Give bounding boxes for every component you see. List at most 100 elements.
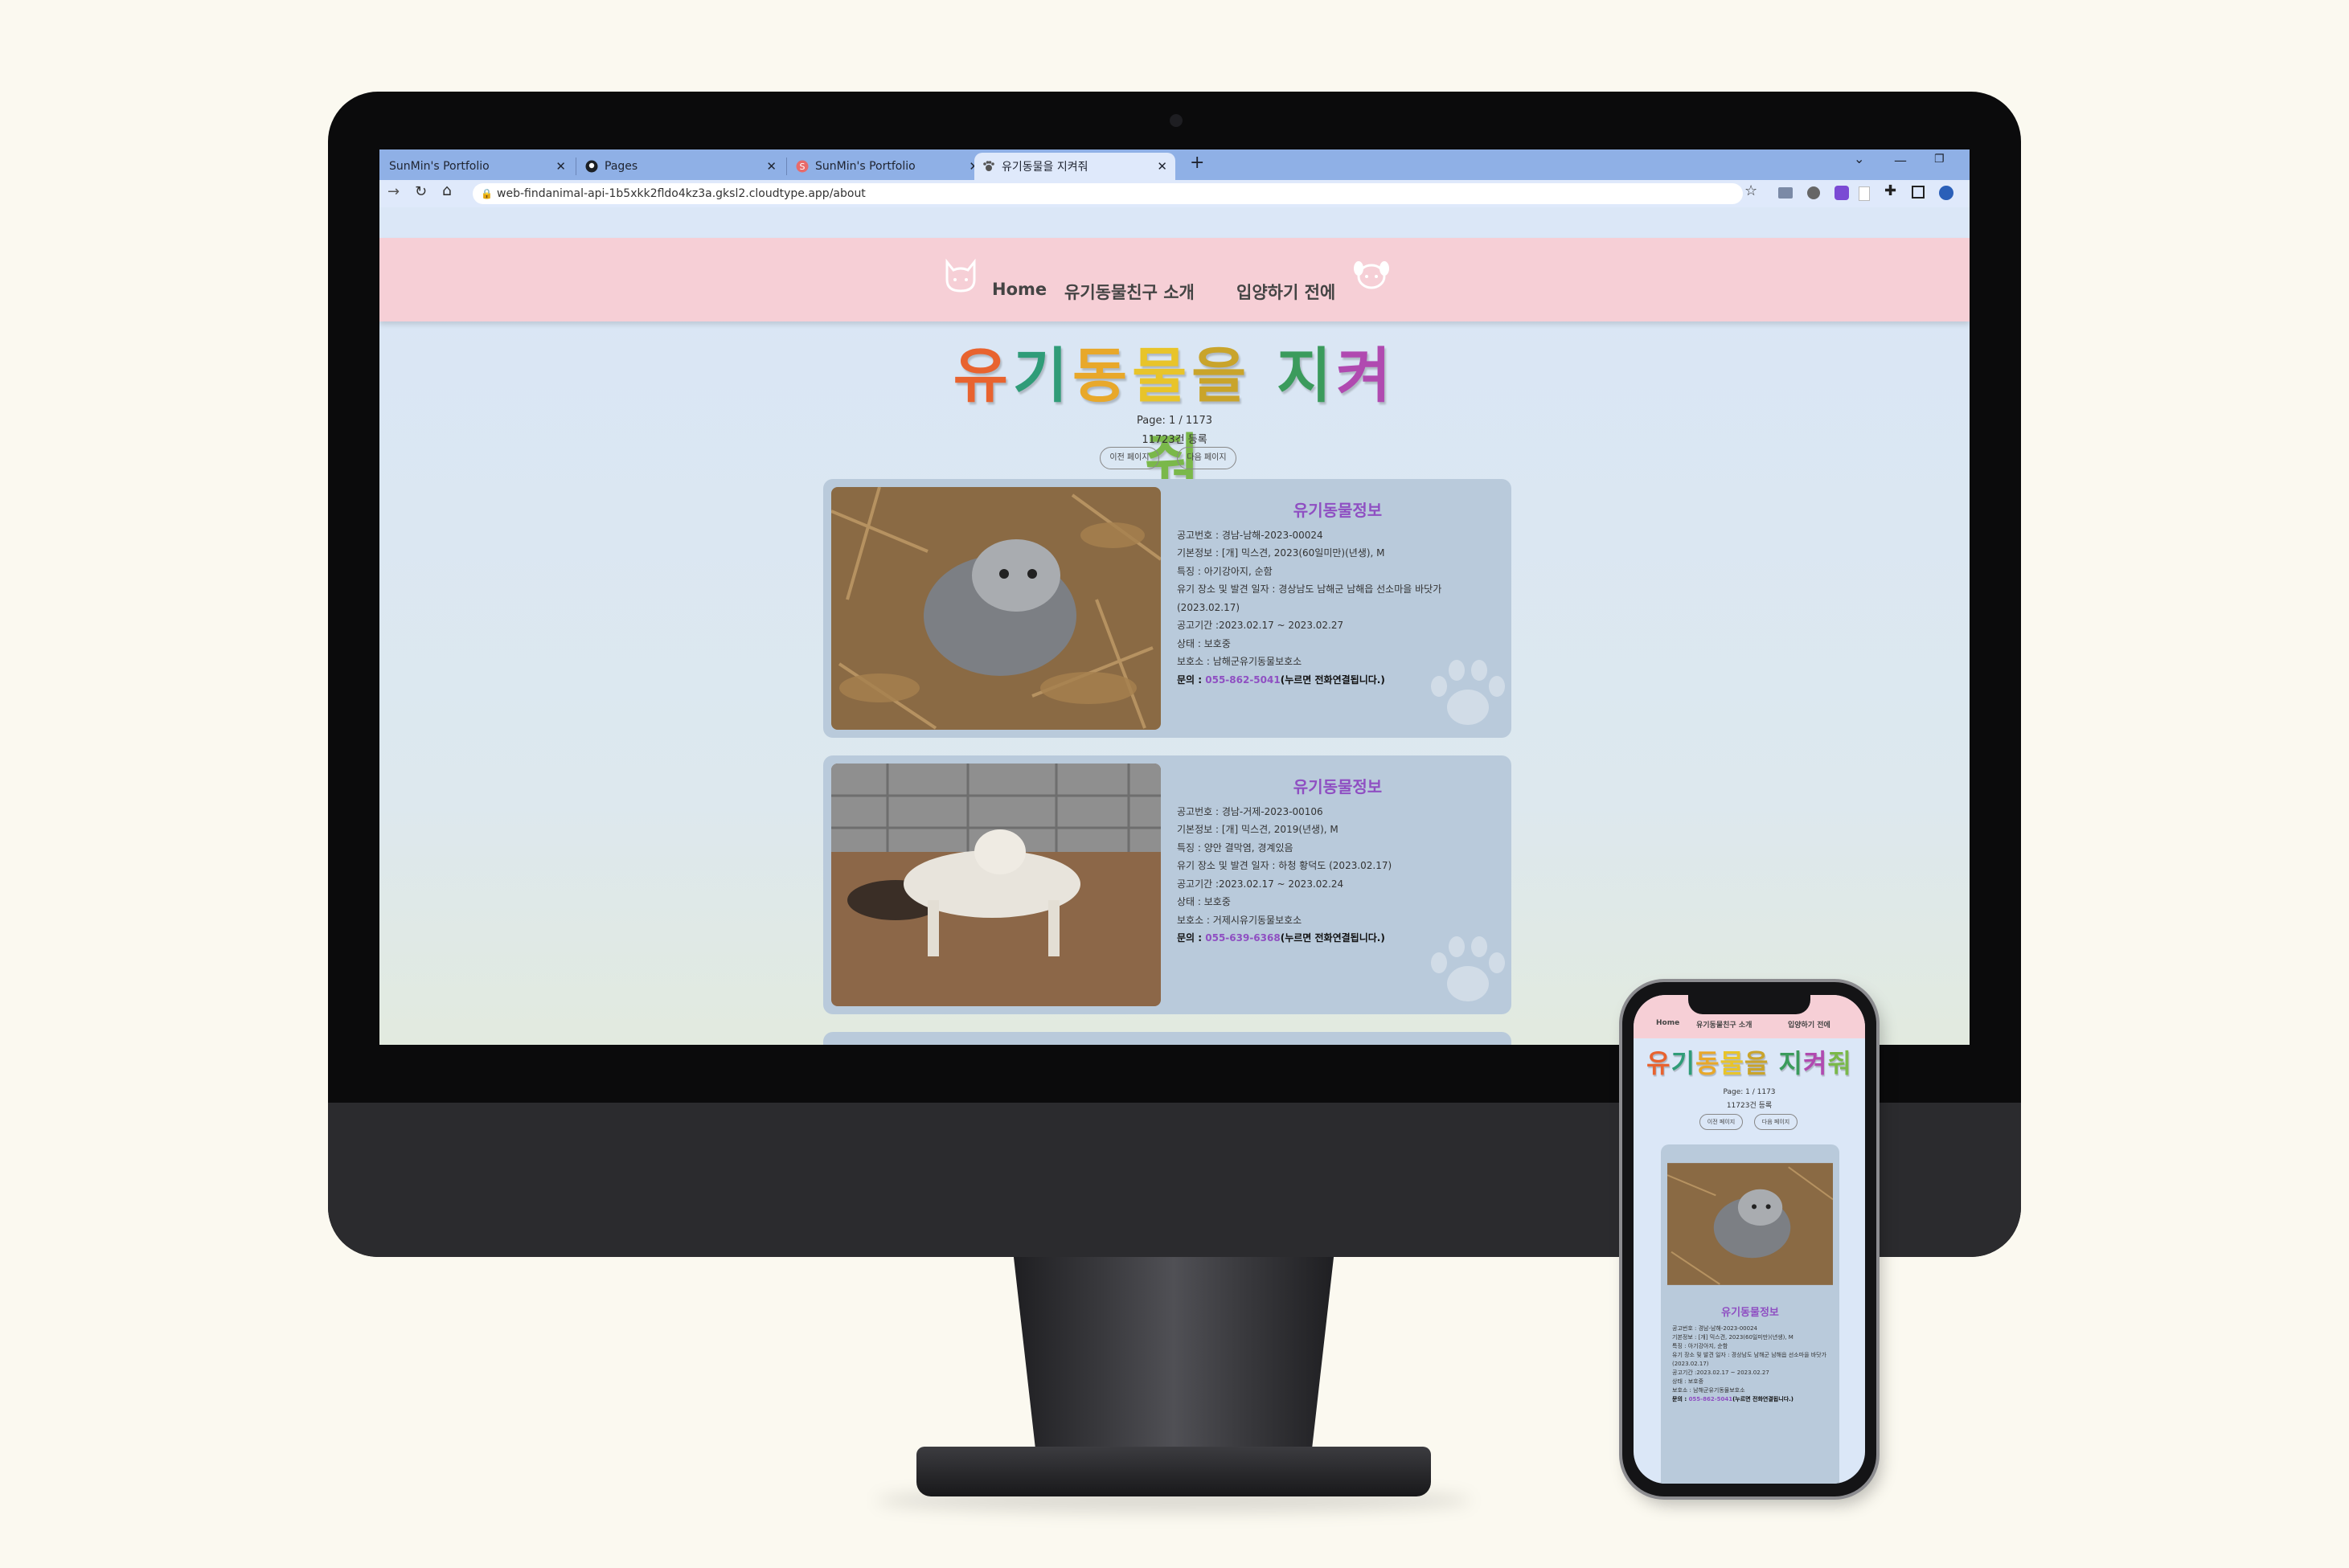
info-line: 공고기간 :2023.02.17 ~ 2023.02.27 [1672,1369,1769,1376]
contact-note: (누르면 전화연결됩니다.) [1280,673,1385,686]
contact-label: 문의 : [1672,1396,1689,1402]
puzzle-extensions-icon[interactable]: ✚ [1884,182,1896,199]
monitor-screen: SunMin's Portfolio ✕ Pages ✕ S SunMin's … [379,149,1970,1045]
phone-notch [1688,993,1810,1014]
bookmark-star-icon[interactable]: ☆ [1744,182,1757,199]
info-line: 기본정보 : [개] 믹스견, 2023(60일미만)(년생), M [1672,1334,1794,1341]
monitor-base [916,1447,1431,1496]
mobile-animal-info: 공고번호 : 경남-남해-2023-00024 기본정보 : [개] 믹스견, … [1672,1324,1830,1404]
tab-label: SunMin's Portfolio [815,160,916,173]
s-logo-icon: S [796,160,809,173]
tab-search-chevron-icon[interactable]: ⌄ [1854,151,1864,166]
nav-animal-intro[interactable]: 유기동물친구 소개 [1064,280,1195,304]
animal-card [823,1032,1511,1045]
found-place: 유기 장소 및 발견 일자 : 하청 황덕도 (2023.02.17) [1177,860,1392,871]
paw-icon [1431,936,1505,1001]
found-place: 유기 장소 및 발견 일자 : 경상남도 남해군 남해읍 선소마을 바닷가(20… [1177,583,1442,613]
shelter: 보호소 : 거제시유기동물보호소 [1177,914,1302,926]
status: 상태 : 보호중 [1177,637,1231,649]
extension-icon[interactable] [1778,187,1793,199]
features: 특징 : 아기강아지, 순함 [1177,565,1273,577]
home-icon[interactable]: ⌂ [442,182,452,199]
lock-icon: 🔒 [481,188,493,199]
mobile-page-info: Page: 1 / 1173 [1723,1088,1776,1096]
title-char: 켜 [1336,342,1396,411]
nav-before-adoption[interactable]: 입양하기 전에 [1236,280,1335,304]
next-page-button[interactable]: 다음 페이지 [1177,447,1236,469]
mobile-nav-before-adoption[interactable]: 입양하기 전에 [1788,1019,1830,1030]
page-title: 유기동물을 지켜줘 [934,328,1415,497]
profile-avatar-icon[interactable] [1939,186,1953,200]
sidepanel-icon[interactable] [1912,186,1925,199]
title-char: 지 [1277,342,1337,411]
mobile-contact: 문의 : 055-862-5041(누르면 전화연결됩니다.) [1672,1395,1830,1404]
tab-label: Pages [605,160,638,173]
mobile-animal-photo [1667,1163,1833,1285]
info-heading: 유기동물정보 [1293,501,1383,520]
title-char [1251,342,1277,411]
phone-link[interactable]: 055-862-5041 [1205,674,1280,686]
back-arrow-icon[interactable]: → [387,183,400,200]
minimize-icon[interactable]: — [1894,153,1907,168]
close-icon[interactable]: ✕ [766,159,777,174]
paw-icon [1431,660,1505,725]
nav-home[interactable]: Home [992,280,1047,299]
title-char: 유 [1646,1048,1671,1079]
animal-photo [831,764,1161,1006]
animal-card: 유기동물정보 공고번호 : 경남-남해-2023-00024 기본정보 : [개… [823,479,1511,738]
title-char: 동 [1072,342,1133,411]
notice-number: 공고번호 : 경남-거제-2023-00106 [1177,805,1323,817]
svg-text:S: S [800,162,806,172]
extension-icon[interactable] [1859,186,1870,201]
info-line: 보호소 : 남해군유기동물보호소 [1672,1387,1745,1394]
basic-info: 기본정보 : [개] 믹스견, 2023(60일미만)(년생), M [1177,547,1385,559]
title-char [1769,1048,1778,1079]
animal-info: 유기동물정보 공고번호 : 경남-거제-2023-00106 기본정보 : [개… [1177,778,1498,948]
browser-tab-1[interactable]: SunMin's Portfolio ✕ [381,153,574,180]
title-char: 물 [1720,1048,1744,1079]
title-char: 기 [1671,1048,1696,1079]
mobile-registered-count: 11723건 등록 [1726,1102,1773,1110]
monitor-stand [1013,1255,1334,1466]
extension-icon[interactable] [1835,186,1849,200]
mobile-nav-home[interactable]: Home [1656,1019,1679,1027]
prev-page-button[interactable]: 이전 페이지 [1100,447,1159,469]
notice-period: 공고기간 :2023.02.17 ~ 2023.02.27 [1177,620,1344,631]
notice-number: 공고번호 : 경남-남해-2023-00024 [1177,529,1323,541]
new-tab-plus-icon[interactable]: + [1190,153,1204,173]
info-line: 상태 : 보호중 [1672,1378,1704,1385]
title-char: 물 [1132,342,1192,411]
restore-icon[interactable]: ❐ [1934,153,1945,166]
browser-tab-3[interactable]: S SunMin's Portfolio ✕ [788,153,987,180]
basic-info: 기본정보 : [개] 믹스견, 2019(년생), M [1177,824,1338,835]
animal-card: 유기동물정보 공고번호 : 경남-거제-2023-00106 기본정보 : [개… [823,755,1511,1014]
close-icon[interactable]: ✕ [1157,159,1167,174]
contact-note: (누르면 전화연결됩니다.) [1280,932,1385,944]
extension-icon[interactable] [1807,186,1820,199]
close-icon[interactable]: ✕ [555,159,566,174]
notice-period: 공고기간 :2023.02.17 ~ 2023.02.24 [1177,878,1344,890]
title-char: 을 [1744,1048,1769,1079]
mobile-prev-page-button[interactable]: 이전 페이지 [1699,1114,1743,1130]
cat-face-icon [945,259,976,293]
browser-tab-2[interactable]: Pages ✕ [577,153,785,180]
page-info: Page: 1 / 1173 [1137,415,1212,427]
mobile-phone-link[interactable]: 055-862-5041 [1689,1396,1733,1402]
github-icon [585,160,598,173]
registered-count: 11723건 등록 [1142,434,1207,446]
title-char: 켜 [1802,1048,1828,1079]
browser-tab-4-active[interactable]: 유기동물을 지켜줘 ✕ [974,153,1175,180]
title-char: 기 [1012,342,1072,411]
animal-photo [831,487,1161,730]
title-char: 줘 [1827,1048,1852,1079]
contact-label: 문의 : [1177,932,1206,944]
phone-link[interactable]: 055-639-6368 [1205,932,1280,944]
reload-icon[interactable]: ↻ [415,183,427,200]
title-char: 을 [1191,342,1252,411]
paw-icon [983,161,994,171]
address-field[interactable]: 🔒 web-findanimal-api-1b5xkk2fldo4kz3a.gk… [473,183,1743,204]
info-line: 특징 : 아기강아지, 순함 [1672,1343,1728,1349]
mobile-nav-animal-intro[interactable]: 유기동물친구 소개 [1696,1019,1752,1030]
features: 특징 : 양안 결막염, 경계있음 [1177,841,1293,854]
mobile-next-page-button[interactable]: 다음 페이지 [1754,1114,1798,1130]
